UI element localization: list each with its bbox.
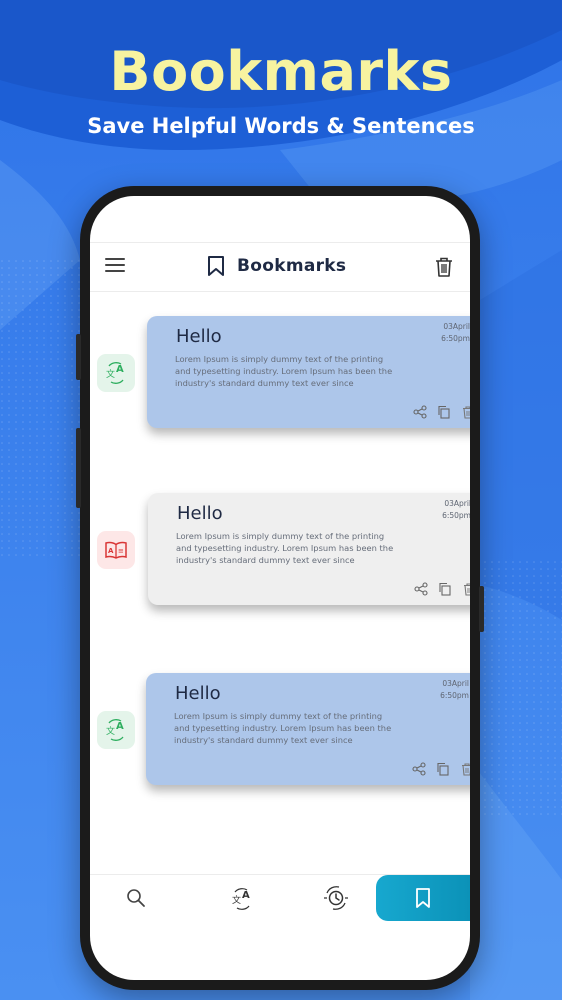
svg-text:文: 文 [106,368,115,380]
card-date: 03April [442,679,469,688]
bookmark-icon [416,888,430,908]
svg-text:A: A [116,364,124,375]
card-date: 03April [443,322,470,331]
nav-search[interactable] [110,875,162,921]
translate-icon: 文 A [97,354,135,392]
card-title: Hello [175,683,221,704]
svg-text:≡: ≡ [118,547,124,555]
delete-icon[interactable] [462,582,470,596]
bookmark-icon [208,256,224,276]
phone-power-button [479,586,484,632]
svg-text:A: A [116,721,124,732]
app-header: Bookmarks [90,242,470,292]
share-icon[interactable] [413,405,427,419]
app-screen: Bookmarks 文 A Hello Lorem Ipsum is simpl… [90,196,470,980]
phone-volume-up-button [76,334,81,380]
svg-text:A: A [108,547,114,555]
share-icon[interactable] [414,582,428,596]
share-icon[interactable] [412,762,426,776]
card-actions [414,582,470,596]
trash-icon[interactable] [434,256,454,278]
promo-subtitle: Save Helpful Words & Sentences [87,114,475,138]
bottom-navigation: 文 A [90,874,470,928]
page-title: Bookmarks [237,256,347,276]
card-actions [413,405,470,419]
header-title-group: Bookmarks [207,255,346,277]
bookmark-card[interactable]: Hello Lorem Ipsum is simply dummy text o… [148,493,470,605]
nav-history[interactable] [310,875,362,921]
promo-title: Bookmarks [109,40,453,103]
hamburger-menu-icon[interactable] [105,258,125,276]
delete-icon[interactable] [461,405,470,419]
phone-volume-down-button [76,428,81,508]
translate-icon: 文 A [232,888,250,910]
nav-translate[interactable]: 文 A [216,875,268,921]
svg-text:A: A [242,890,250,901]
bookmark-card[interactable]: Hello Lorem Ipsum is simply dummy text o… [146,673,470,785]
copy-icon[interactable] [437,405,451,419]
nav-bookmarks[interactable] [376,875,470,921]
copy-icon[interactable] [436,762,450,776]
card-date: 03April [444,499,470,508]
delete-icon[interactable] [460,762,470,776]
search-icon [127,889,145,907]
dictionary-book-icon: A ≡ [97,531,135,569]
card-time: 6:50pm [441,334,470,343]
svg-text:文: 文 [232,894,241,906]
history-icon [324,886,348,910]
translate-icon: 文 A [97,711,135,749]
svg-text:文: 文 [106,725,115,737]
card-time: 6:50pm [442,511,470,520]
card-title: Hello [177,503,223,524]
card-body: Lorem Ipsum is simply dummy text of the … [176,531,394,566]
card-body: Lorem Ipsum is simply dummy text of the … [175,354,393,389]
bookmark-card[interactable]: Hello Lorem Ipsum is simply dummy text o… [147,316,470,428]
card-title: Hello [176,326,222,347]
phone-frame: Bookmarks 文 A Hello Lorem Ipsum is simpl… [76,186,484,990]
card-actions [412,762,470,776]
copy-icon[interactable] [438,582,452,596]
card-time: 6:50pm [440,691,469,700]
card-body: Lorem Ipsum is simply dummy text of the … [174,711,392,746]
